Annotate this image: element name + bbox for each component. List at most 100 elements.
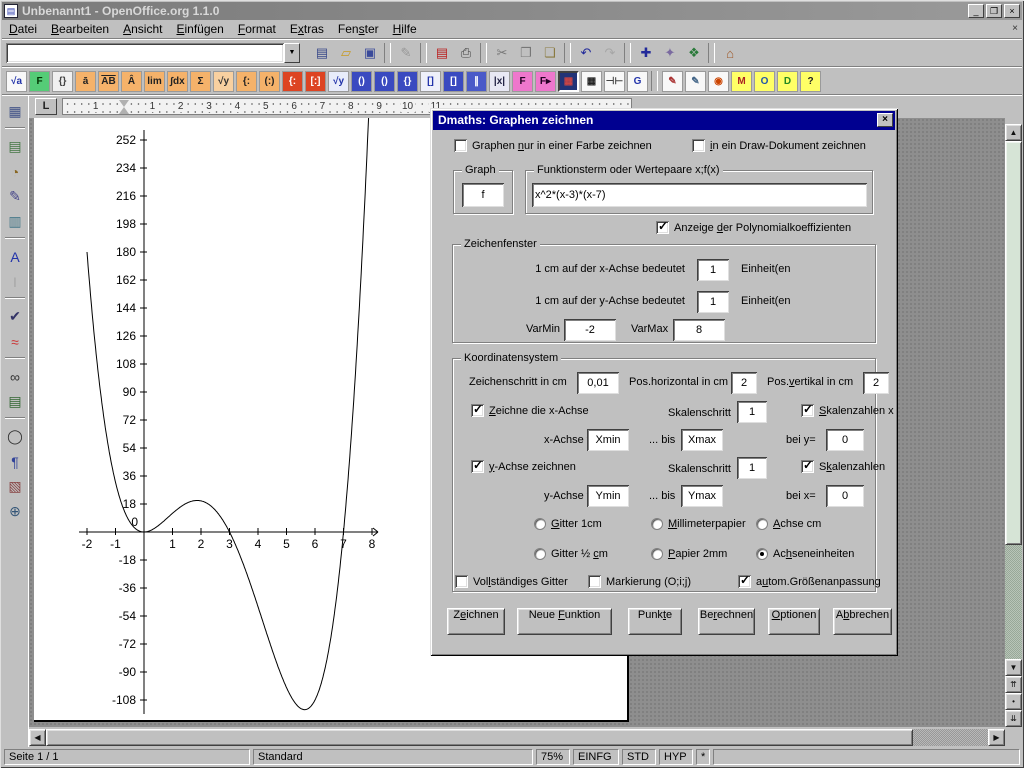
close-document-icon[interactable]: × <box>1008 23 1022 36</box>
url-combobox[interactable]: ▼ <box>6 43 300 63</box>
marking-checkbox[interactable]: Markierung (O;i;j) <box>588 575 691 588</box>
insert-section-icon[interactable]: ▤ <box>3 134 27 159</box>
formula-edit-icon[interactable]: ✎ <box>685 71 706 92</box>
draw-functions-icon[interactable]: ✎ <box>3 184 27 209</box>
at-x-input[interactable] <box>826 485 864 507</box>
gallery-icon[interactable]: ❖ <box>682 42 706 64</box>
insert-form-icon[interactable]: ▥ <box>3 209 27 234</box>
integral-icon[interactable]: ∫dx <box>167 71 188 92</box>
scale-step-y-input[interactable] <box>737 457 767 479</box>
insert-object-icon[interactable]: ◔ <box>3 159 27 184</box>
diagram-icon[interactable]: ⊣⊢ <box>604 71 625 92</box>
berechnen-button[interactable]: Berechnen <box>698 608 755 635</box>
pos-vertical-input[interactable] <box>863 372 889 394</box>
zeichnen-button[interactable]: Zeichnen <box>447 608 505 635</box>
y-from-input[interactable] <box>587 485 629 507</box>
d-icon[interactable]: D <box>777 71 798 92</box>
menu-fenster[interactable]: Fenster <box>331 21 386 37</box>
grid-half-cm-radio[interactable]: Gitter ½ cm <box>534 548 608 560</box>
menu-ansicht[interactable]: Ansicht <box>116 21 169 37</box>
save-icon[interactable]: ▣ <box>358 42 382 64</box>
horizontal-scroll-track[interactable] <box>46 729 988 746</box>
menu-bearbeiten[interactable]: Bearbeiten <box>44 21 116 37</box>
cut-icon[interactable]: ✂ <box>490 42 514 64</box>
undo-icon[interactable]: ↶ <box>574 42 598 64</box>
status-hyperlink-mode[interactable]: HYP <box>659 749 693 765</box>
m-icon[interactable]: M <box>731 71 752 92</box>
full-grid-checkbox[interactable]: Vollständiges Gitter <box>455 575 568 588</box>
root-orange-icon[interactable]: √y <box>213 71 234 92</box>
menu-datei[interactable]: Datei <box>2 21 44 37</box>
function-term-input[interactable] <box>532 183 867 207</box>
graphics-toggle-icon[interactable]: ▧ <box>3 474 27 499</box>
dmaths-edit-icon[interactable]: ✎ <box>662 71 683 92</box>
limit-icon[interactable]: lim <box>144 71 165 92</box>
menu-extras[interactable]: Extras <box>283 21 331 37</box>
grid-icon[interactable]: ▦ <box>581 71 602 92</box>
draw-graph-icon[interactable]: ▦ <box>558 71 579 92</box>
paste-icon[interactable]: ❏ <box>538 42 562 64</box>
autospellcheck-icon[interactable]: ≈ <box>3 329 27 354</box>
draw-y-axis-checkbox[interactable]: y-Achse zeichnen <box>471 460 576 473</box>
function-pink-cursor-icon[interactable]: F▸ <box>535 71 556 92</box>
status-page[interactable]: Seite 1 / 1 <box>4 749 250 765</box>
axis-units-radio[interactable]: Achseneinheiten <box>756 548 854 560</box>
status-insert-mode[interactable]: EINFG <box>573 749 619 765</box>
braces-icon[interactable]: {} <box>52 71 73 92</box>
x-from-input[interactable] <box>587 429 629 451</box>
help-icon[interactable]: ? <box>800 71 821 92</box>
maximize-icon[interactable]: ❐ <box>986 4 1002 18</box>
scroll-up-icon[interactable]: ▲ <box>1005 124 1022 141</box>
menu-format[interactable]: Format <box>231 21 283 37</box>
o-icon[interactable]: O <box>754 71 775 92</box>
brace-red-icon[interactable]: {: <box>282 71 303 92</box>
combo-dropdown-icon[interactable]: ▼ <box>284 43 300 63</box>
polynomial-coefficients-checkbox[interactable]: Anzeige der Polynomialkoeffizienten <box>656 221 851 234</box>
grid-1cm-radio[interactable]: Gitter 1cm <box>534 518 602 530</box>
varmax-input[interactable] <box>673 319 725 341</box>
paper-2mm-radio[interactable]: Papier 2mm <box>651 548 727 560</box>
open-icon[interactable]: ▱ <box>334 42 358 64</box>
step-input[interactable] <box>577 372 619 394</box>
navigator-icon[interactable]: ✚ <box>634 42 658 64</box>
neue-funktion-button[interactable]: Neue Funktion <box>517 608 612 635</box>
draw-document-checkbox[interactable]: in ein Draw-Dokument zeichnen <box>692 139 866 152</box>
menu-hilfe[interactable]: Hilfe <box>386 21 424 37</box>
status-zoom[interactable]: 75% <box>536 749 570 765</box>
pos-horizontal-input[interactable] <box>731 372 757 394</box>
vector-icon[interactable]: ā <box>75 71 96 92</box>
zoom-icon[interactable]: ◯ <box>3 424 27 449</box>
vertical-scroll-track[interactable] <box>1005 141 1022 659</box>
abbrechen-button[interactable]: Abbrechen <box>833 608 892 635</box>
function-pink-icon[interactable]: F <box>512 71 533 92</box>
scale-numbers-x-checkbox[interactable]: Skalenzahlen x <box>801 404 894 417</box>
ruler-corner-button[interactable]: L <box>35 98 57 115</box>
export-pdf-icon[interactable]: ▤ <box>430 42 454 64</box>
menu-einfgen[interactable]: Einfügen <box>169 21 230 37</box>
bracket-red-icon[interactable]: [:] <box>305 71 326 92</box>
scroll-right-icon[interactable]: ▶ <box>988 729 1005 746</box>
close-icon[interactable]: × <box>1004 4 1020 18</box>
horizontal-scrollbar[interactable]: ◀ ▶ <box>29 727 1005 747</box>
paren-colon-icon[interactable]: (:) <box>259 71 280 92</box>
paren-blue-icon[interactable]: () <box>351 71 372 92</box>
x-to-input[interactable] <box>681 429 723 451</box>
auto-size-checkbox[interactable]: autom.Größenanpassung <box>738 575 881 588</box>
segment-icon[interactable]: AB <box>98 71 119 92</box>
bracket-light-icon[interactable]: [] <box>420 71 441 92</box>
nonprinting-chars-icon[interactable]: ¶ <box>3 449 27 474</box>
draw-x-axis-checkbox[interactable]: Zeichne die x-Achse <box>471 404 589 417</box>
navigation-dot-icon[interactable]: • <box>1005 693 1022 710</box>
dialog-close-icon[interactable]: × <box>877 113 893 127</box>
punkte-button[interactable]: Punkte <box>628 608 682 635</box>
status-selection-mode[interactable]: STD <box>622 749 656 765</box>
sum-icon[interactable]: Σ <box>190 71 211 92</box>
spellcheck-icon[interactable]: ✔ <box>3 304 27 329</box>
paren-blue2-icon[interactable]: () <box>374 71 395 92</box>
status-page-style[interactable]: Standard <box>253 749 533 765</box>
at-y-input[interactable] <box>826 429 864 451</box>
dmaths-logo-icon[interactable]: ◉ <box>708 71 729 92</box>
norm-icon[interactable]: ∥ <box>466 71 487 92</box>
copy-icon[interactable]: ❐ <box>514 42 538 64</box>
minimize-icon[interactable]: _ <box>968 4 984 18</box>
